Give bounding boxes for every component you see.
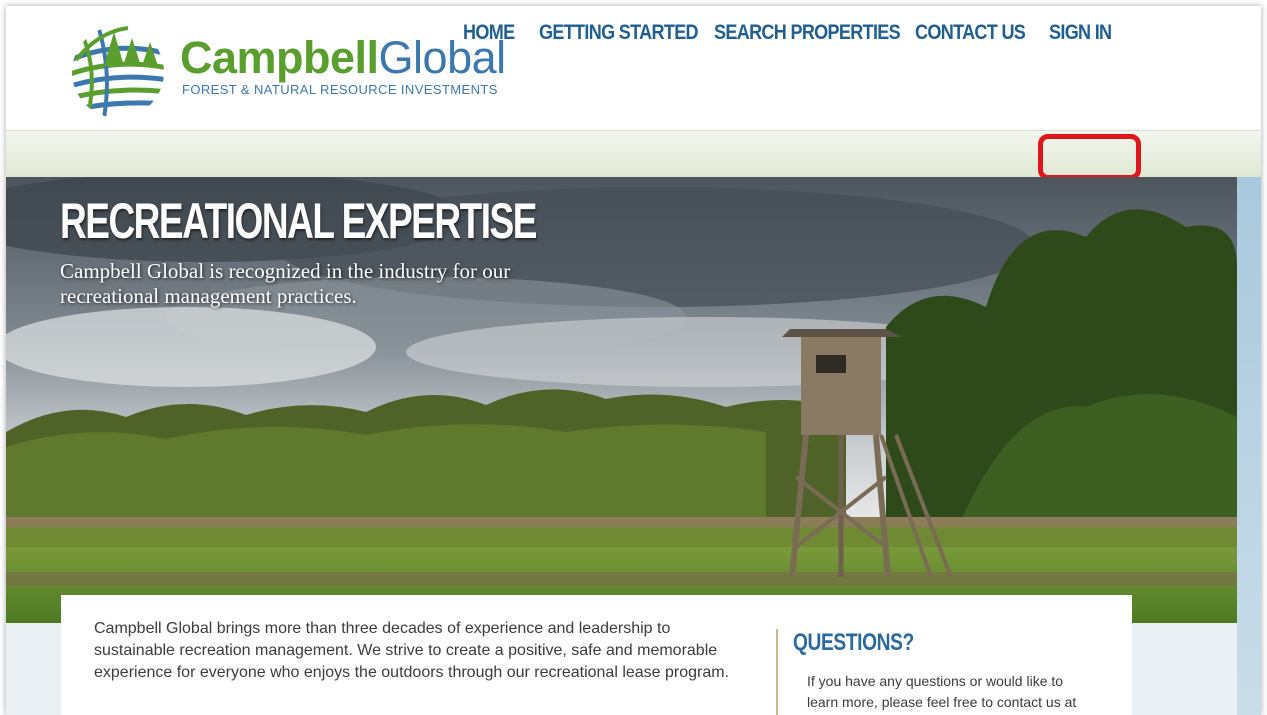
questions-heading: QUESTIONS?	[793, 629, 914, 656]
page-side-background	[1237, 177, 1261, 715]
hero-title: RECREATIONAL EXPERTISE	[60, 193, 537, 249]
intro-paragraph: Campbell Global brings more than three d…	[94, 620, 730, 681]
brand-name-strong: Campbell	[180, 32, 379, 83]
questions-text: If you have any questions or would like …	[807, 673, 1077, 710]
campbell-global-logo[interactable]: CampbellGlobal FOREST & NATURAL RESOURCE…	[68, 20, 528, 120]
brand-name: CampbellGlobal	[180, 34, 506, 82]
main-nav-bar	[6, 130, 1261, 178]
nav-home[interactable]: HOME	[463, 18, 515, 48]
sidebar-divider	[776, 629, 778, 715]
content-card: Campbell Global brings more than three d…	[61, 595, 1132, 715]
globe-trees-icon	[72, 26, 164, 118]
nav-search-properties[interactable]: SEARCH PROPERTIES	[714, 18, 901, 48]
brand-tagline: FOREST & NATURAL RESOURCE INVESTMENTS	[182, 82, 498, 97]
logo-wordmark: CampbellGlobal FOREST & NATURAL RESOURCE…	[180, 34, 506, 98]
nav-contact-us[interactable]: CONTACT US	[915, 18, 1026, 48]
hero-subtitle: Campbell Global is recognized in the ind…	[60, 259, 511, 308]
nav-sign-in[interactable]: SIGN IN	[1049, 18, 1112, 48]
browser-page: CampbellGlobal FOREST & NATURAL RESOURCE…	[6, 6, 1261, 715]
nav-getting-started[interactable]: GETTING STARTED	[539, 18, 699, 48]
